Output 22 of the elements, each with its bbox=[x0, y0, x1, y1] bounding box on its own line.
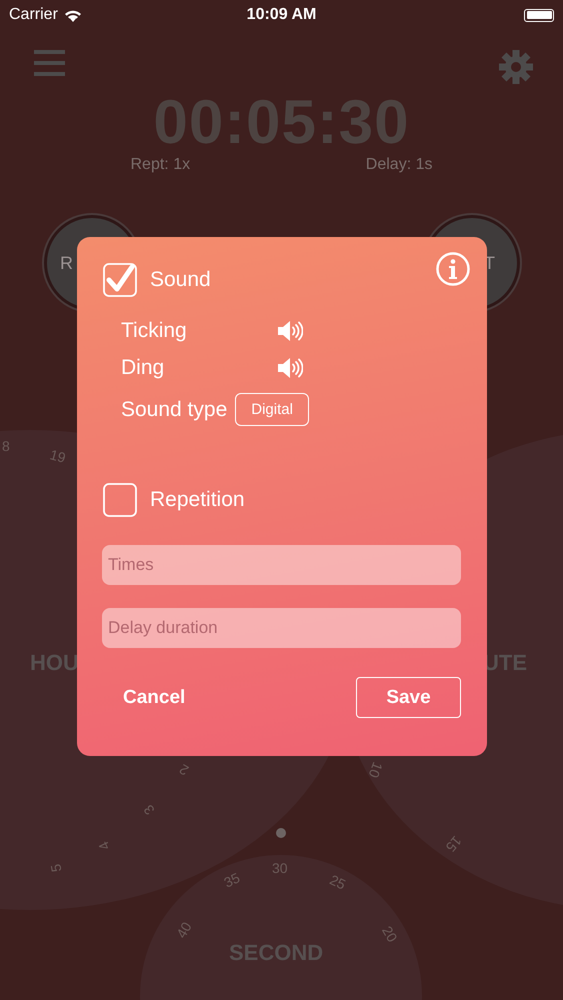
cancel-button[interactable]: Cancel bbox=[103, 678, 206, 716]
save-button[interactable]: Save bbox=[356, 677, 461, 718]
option-label: Ding bbox=[121, 356, 166, 380]
option-label: Sound type bbox=[121, 398, 228, 422]
speaker-icon[interactable] bbox=[277, 357, 303, 379]
carrier-label: Carrier bbox=[9, 6, 58, 24]
clock-time: 10:09 AM bbox=[246, 6, 316, 23]
delay-value: Delay: 1s bbox=[366, 156, 432, 174]
speaker-icon[interactable] bbox=[277, 320, 303, 342]
settings-icon[interactable] bbox=[499, 50, 533, 84]
repetition-label: Repetition bbox=[150, 488, 245, 512]
checkbox[interactable] bbox=[103, 483, 137, 517]
wifi-icon bbox=[64, 8, 82, 22]
page-indicator-dot bbox=[276, 828, 286, 838]
info-icon[interactable] bbox=[436, 252, 470, 286]
repeat-count: Rept: 1x bbox=[130, 156, 190, 174]
battery-icon bbox=[524, 8, 554, 22]
menu-icon[interactable] bbox=[34, 50, 65, 76]
checkbox[interactable] bbox=[103, 263, 137, 297]
option-label: Ticking bbox=[121, 319, 188, 343]
sound-type-button[interactable]: Digital bbox=[235, 393, 309, 426]
sound-label: Sound bbox=[150, 268, 211, 292]
